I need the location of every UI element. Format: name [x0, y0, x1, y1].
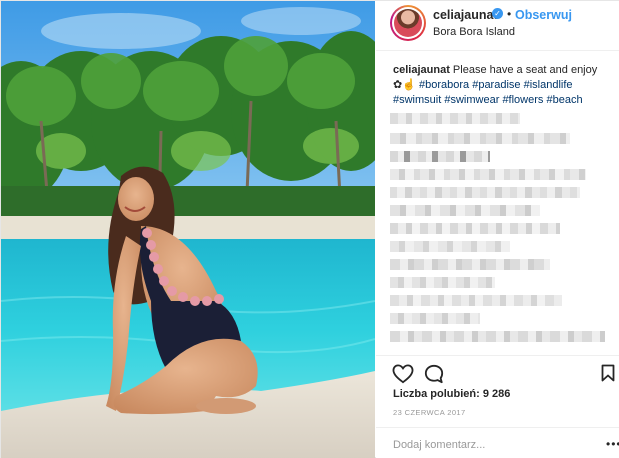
pixelated-comment	[390, 223, 560, 234]
more-options-icon[interactable]: •••	[606, 437, 619, 451]
post-sidebar: celiajaunat ✓ • Obserwuj Bora Bora Islan…	[376, 1, 619, 458]
post-header: celiajaunat ✓ • Obserwuj Bora Bora Islan…	[376, 1, 619, 51]
hashtag[interactable]: #borabora	[419, 79, 469, 91]
pixelated-comment	[390, 113, 520, 124]
pixelated-comment	[390, 331, 605, 342]
pixelated-comment	[390, 187, 580, 198]
instagram-post: celiajaunat ✓ • Obserwuj Bora Bora Islan…	[0, 0, 619, 458]
action-bar	[376, 355, 619, 387]
verified-badge-icon: ✓	[492, 8, 503, 19]
add-comment-bar: •••	[376, 427, 619, 458]
hashtag[interactable]: #beach	[546, 94, 582, 106]
hashtag[interactable]: #swimsuit	[393, 94, 441, 106]
pixelated-comment	[390, 151, 490, 162]
post-caption: celiajaunat Please have a seat and enjoy…	[393, 63, 615, 108]
separator-dot: •	[507, 7, 512, 21]
hashtag[interactable]: #islandlife	[524, 79, 573, 91]
heart-icon[interactable]	[392, 364, 414, 384]
follow-button[interactable]: Obserwuj	[515, 8, 572, 22]
beach-photo-illustration	[1, 1, 375, 458]
pixelated-comment	[390, 295, 562, 306]
bookmark-icon[interactable]	[601, 364, 615, 382]
avatar[interactable]	[390, 5, 426, 41]
comment-input[interactable]	[393, 437, 583, 453]
avatar-image	[394, 9, 422, 37]
location-link[interactable]: Bora Bora Island	[433, 26, 515, 38]
post-date[interactable]: 23 czerwca 2017	[393, 408, 466, 417]
comments-list	[390, 111, 619, 351]
hashtag[interactable]: #swimwear	[444, 94, 499, 106]
username[interactable]: celiajaunat	[433, 8, 498, 22]
comment-icon[interactable]	[424, 364, 444, 384]
pixelated-comment	[390, 205, 540, 216]
pixelated-comment	[390, 313, 480, 324]
pixelated-comment	[390, 133, 570, 144]
hashtag[interactable]: #flowers	[502, 94, 543, 106]
hashtag[interactable]: #paradise	[472, 79, 520, 91]
pixelated-comment	[390, 241, 510, 252]
likes-count[interactable]: Liczba polubień: 9 286	[393, 388, 510, 400]
caption-text: Please have a seat and enjoy	[452, 64, 598, 76]
caption-username[interactable]: celiajaunat	[393, 64, 450, 76]
avatar-ring	[392, 7, 424, 39]
post-photo[interactable]	[1, 1, 375, 458]
pixelated-comment	[390, 277, 495, 288]
caption-emoji: ✿☝	[393, 79, 416, 91]
pixelated-comment	[390, 259, 550, 270]
pixelated-comment	[390, 169, 586, 180]
